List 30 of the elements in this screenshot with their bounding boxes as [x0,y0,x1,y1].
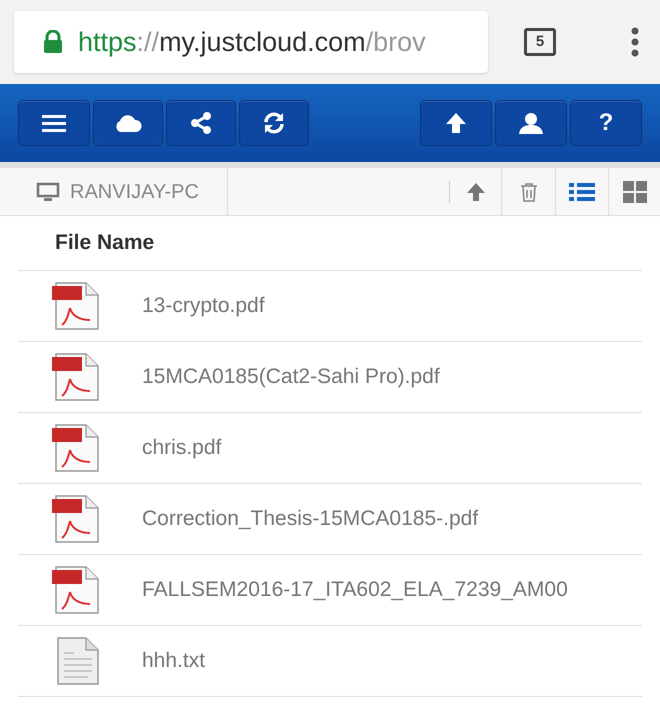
arrow-up-icon [466,182,486,202]
refresh-icon [262,111,286,135]
user-icon [519,112,543,134]
address-bar[interactable]: https://my.justcloud.com/brov [14,11,488,73]
more-icon[interactable] [630,27,640,57]
file-name[interactable]: Correction_Thesis-15MCA0185-.pdf [142,503,478,535]
cloud-button[interactable] [93,100,163,146]
share-button[interactable] [166,100,236,146]
breadcrumb-item[interactable]: RANVIJAY-PC [0,168,228,215]
tab-count[interactable]: 5 [524,28,556,56]
url-text: https://my.justcloud.com/brov [78,26,426,59]
menu-icon [42,113,66,133]
list-icon [569,182,595,202]
lock-icon [42,30,64,54]
column-header[interactable]: File Name [55,227,154,259]
file-name[interactable]: FALLSEM2016-17_ITA602_ELA_7239_AM00 [142,574,568,606]
grid-icon [622,180,646,202]
menu-button[interactable] [18,100,90,146]
upload-button[interactable] [420,100,492,146]
trash-icon [520,182,538,202]
share-icon [189,111,213,135]
file-name[interactable]: 15MCA0185(Cat2-Sahi Pro).pdf [142,361,440,393]
help-button[interactable]: ? [570,100,642,146]
file-name[interactable]: 13-crypto.pdf [142,290,265,322]
refresh-button[interactable] [239,100,309,146]
arrow-up-icon [445,112,467,134]
file-name[interactable]: chris.pdf [142,432,222,464]
monitor-icon [36,182,60,202]
file-name[interactable]: hhh.txt [142,645,206,677]
user-button[interactable] [495,100,567,146]
